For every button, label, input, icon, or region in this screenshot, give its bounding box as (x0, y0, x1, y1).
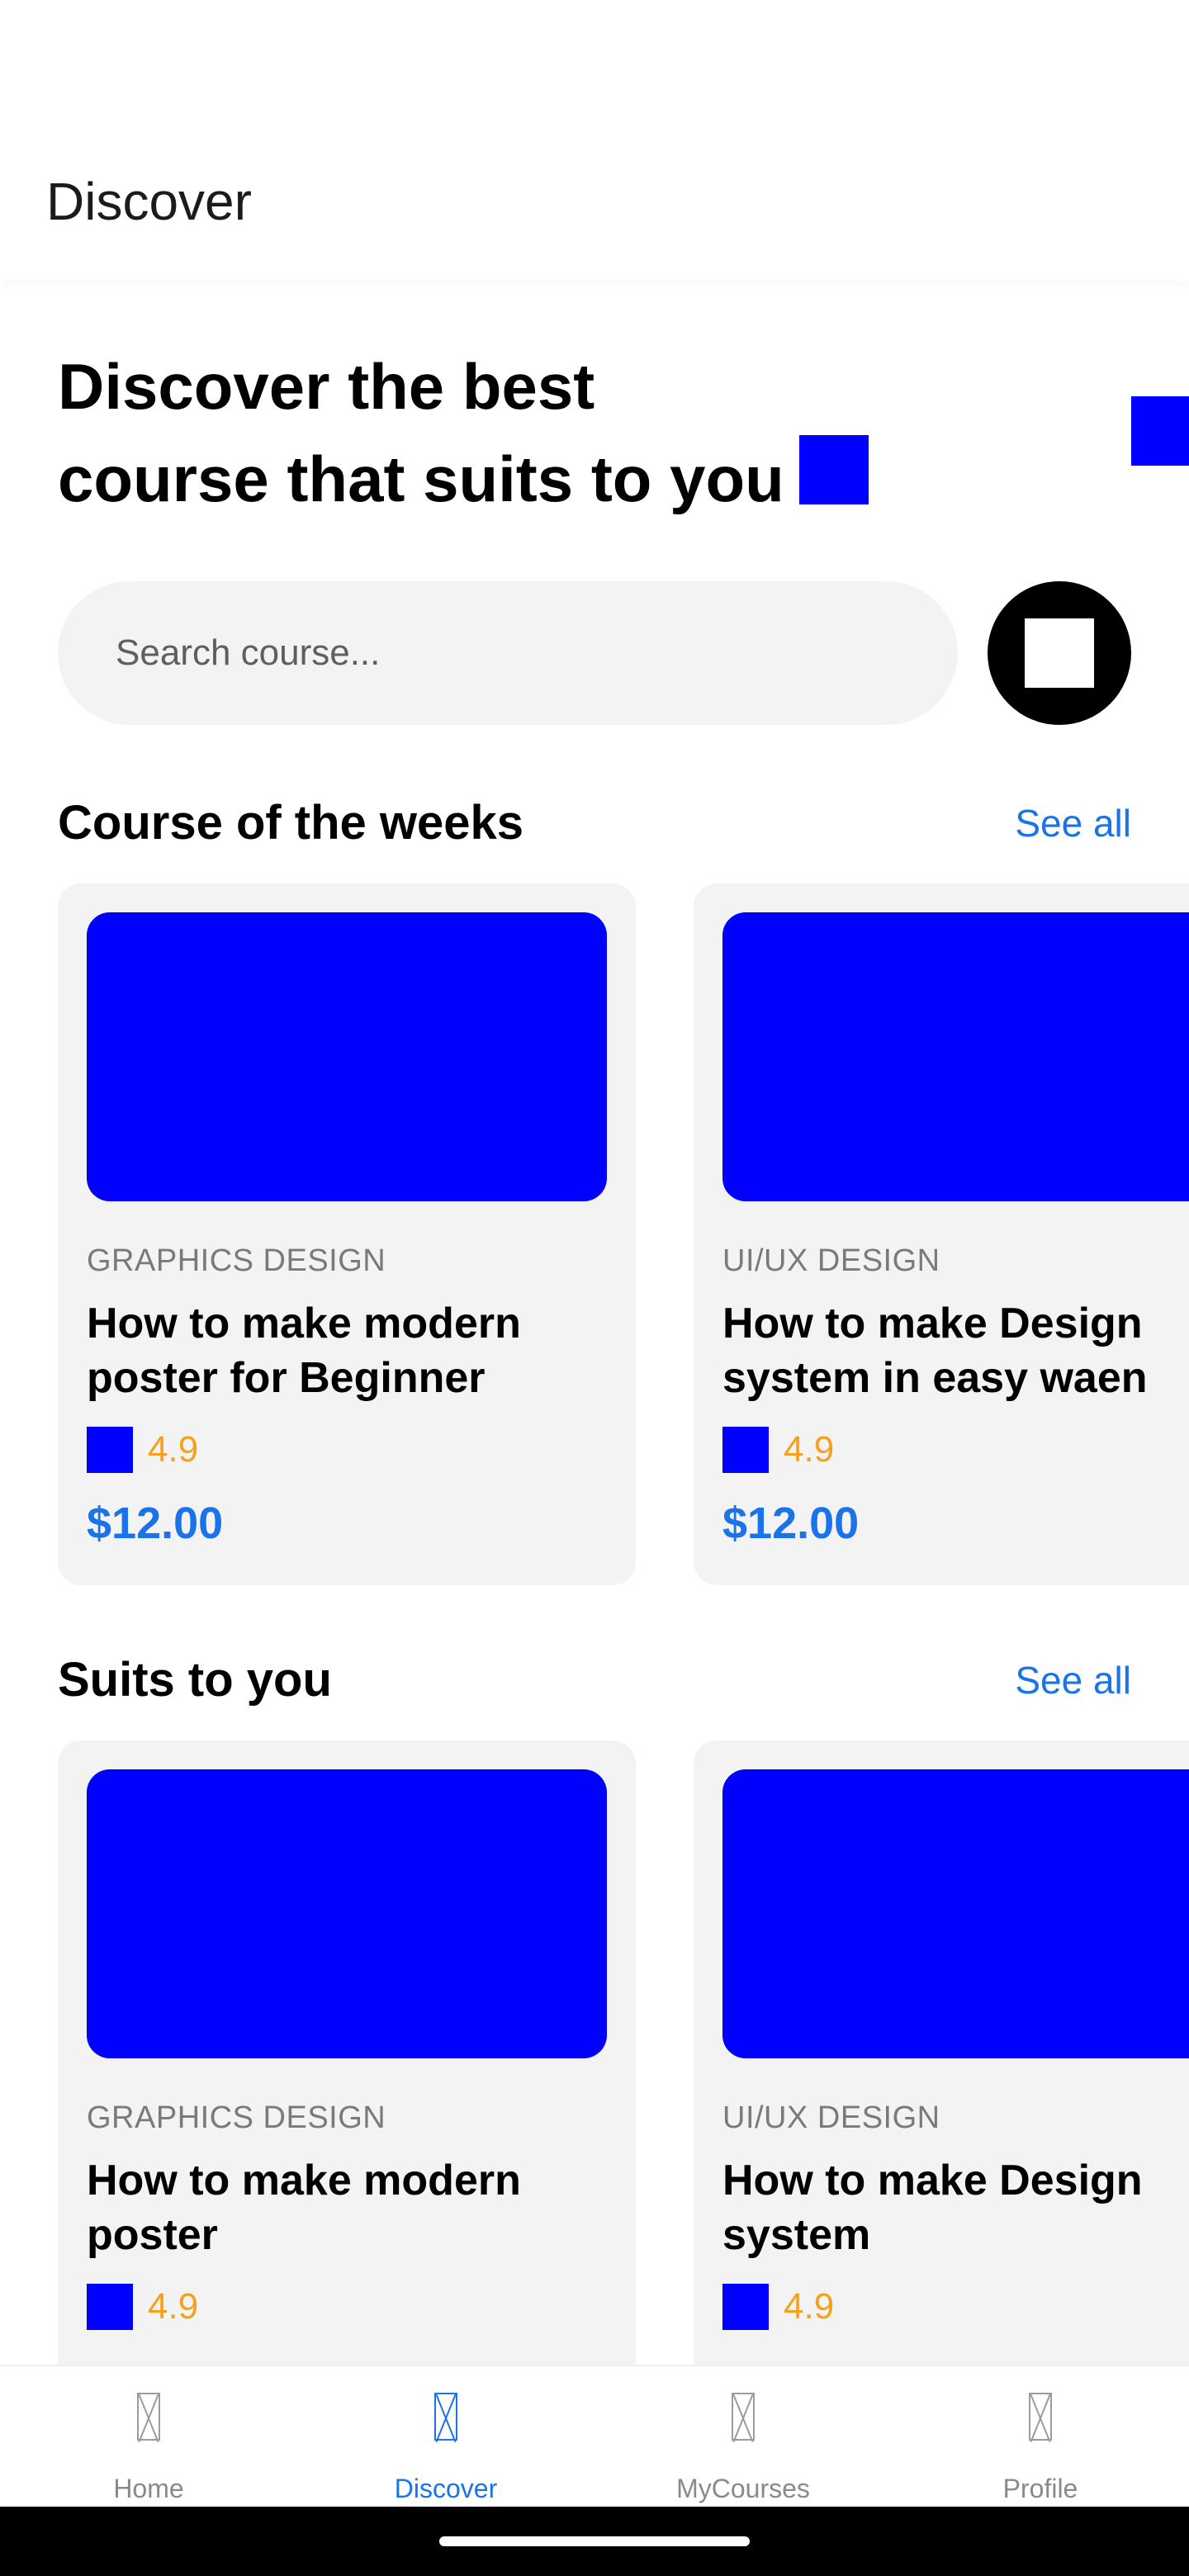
course-category: UI/UX DESIGN (722, 1243, 940, 1278)
course-rating: 4.9 (87, 1427, 198, 1473)
course-card[interactable]: GRAPHICS DESIGN How to make modern poste… (58, 883, 636, 1585)
course-rating: 4.9 (722, 2284, 834, 2330)
decorative-icon (1131, 396, 1189, 466)
hero-heading-line-2: course that suits to you (58, 443, 784, 515)
nav-item-mycourses[interactable]: MyCourses (594, 2366, 892, 2507)
course-thumbnail (87, 912, 607, 1201)
app-bar: Discover (0, 0, 1189, 281)
course-title: How to make Design system (722, 2157, 1143, 2259)
course-thumbnail (722, 1769, 1189, 2058)
star-icon (87, 1427, 133, 1473)
nav-item-home[interactable]: Home (0, 2366, 297, 2507)
nav-label: MyCourses (676, 2474, 810, 2503)
bottom-navigation: Home Discover MyCourses Profile (0, 2365, 1189, 2507)
hero-heading: Discover the best course that suits to y… (58, 340, 883, 525)
nav-label: Discover (394, 2474, 498, 2503)
course-price: $12.00 (87, 1499, 224, 1548)
course-title: How to make modern poster (87, 2157, 521, 2259)
star-icon (87, 2284, 133, 2330)
course-category: GRAPHICS DESIGN (87, 2100, 386, 2135)
course-title: How to make modern poster for Beginner (87, 1300, 521, 1402)
course-carousel[interactable]: GRAPHICS DESIGN How to make modern poste… (58, 1740, 1189, 2451)
filter-icon (1025, 618, 1094, 688)
app-screen: Discover Discover the best course that s… (0, 0, 1189, 2576)
section-title-suits-to-you: Suits to you (58, 1653, 332, 1707)
hero-heading-line-1: Discover the best (58, 350, 595, 423)
search-input[interactable] (58, 581, 958, 725)
gesture-handle[interactable] (439, 2536, 750, 2546)
course-title: How to make Design system in easy waen (722, 1300, 1148, 1402)
page-title: Discover (46, 172, 252, 231)
nav-item-discover[interactable]: Discover (297, 2366, 594, 2507)
nav-item-profile[interactable]: Profile (892, 2366, 1189, 2507)
filter-button[interactable] (988, 581, 1131, 725)
rating-value: 4.9 (148, 1429, 199, 1470)
course-carousel[interactable]: GRAPHICS DESIGN How to make modern poste… (58, 883, 1189, 1593)
discover-icon (434, 2393, 457, 2441)
course-category: UI/UX DESIGN (722, 2100, 940, 2135)
course-thumbnail (87, 1769, 607, 2058)
rating-value: 4.9 (784, 1429, 835, 1470)
profile-icon (1029, 2393, 1052, 2441)
star-icon (722, 2284, 769, 2330)
course-rating: 4.9 (722, 1427, 834, 1473)
hero-emoji-icon (798, 435, 869, 504)
star-icon (722, 1427, 769, 1473)
course-rating: 4.9 (87, 2284, 198, 2330)
see-all-link[interactable]: See all (1015, 1651, 1131, 1709)
rating-value: 4.9 (784, 2286, 835, 2327)
see-all-link[interactable]: See all (1015, 794, 1131, 852)
rating-value: 4.9 (148, 2286, 199, 2327)
nav-label: Home (113, 2474, 184, 2503)
course-category: GRAPHICS DESIGN (87, 1243, 386, 1278)
home-icon (137, 2393, 160, 2441)
course-card[interactable]: UI/UX DESIGN How to make Design system 4… (694, 1740, 1189, 2442)
course-price: $12.00 (722, 1499, 860, 1548)
nav-label: Profile (1002, 2474, 1078, 2503)
course-thumbnail (722, 912, 1189, 1201)
system-navigation-bar (0, 2507, 1189, 2576)
section-title-course-of-the-weeks: Course of the weeks (58, 796, 524, 850)
mycourses-icon (732, 2393, 755, 2441)
course-card[interactable]: GRAPHICS DESIGN How to make modern poste… (58, 1740, 636, 2442)
course-card[interactable]: UI/UX DESIGN How to make Design system i… (694, 883, 1189, 1585)
